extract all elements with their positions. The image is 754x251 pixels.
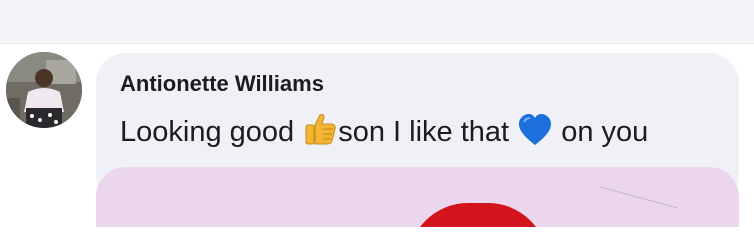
comment-text-part2: son I like that (338, 116, 518, 148)
comment-text-part1: Looking good (120, 116, 303, 148)
avatar[interactable] (6, 52, 82, 128)
comment-author-name[interactable]: Antionette Williams (120, 71, 324, 97)
thumbs-up-icon (302, 111, 338, 160)
attachment-red-shape (408, 203, 548, 227)
photo-attachment[interactable] (96, 167, 739, 227)
blue-heart-icon (517, 113, 553, 160)
avatar-photo (6, 52, 82, 128)
previous-content-strip (0, 0, 754, 44)
attachment-line (600, 186, 678, 209)
